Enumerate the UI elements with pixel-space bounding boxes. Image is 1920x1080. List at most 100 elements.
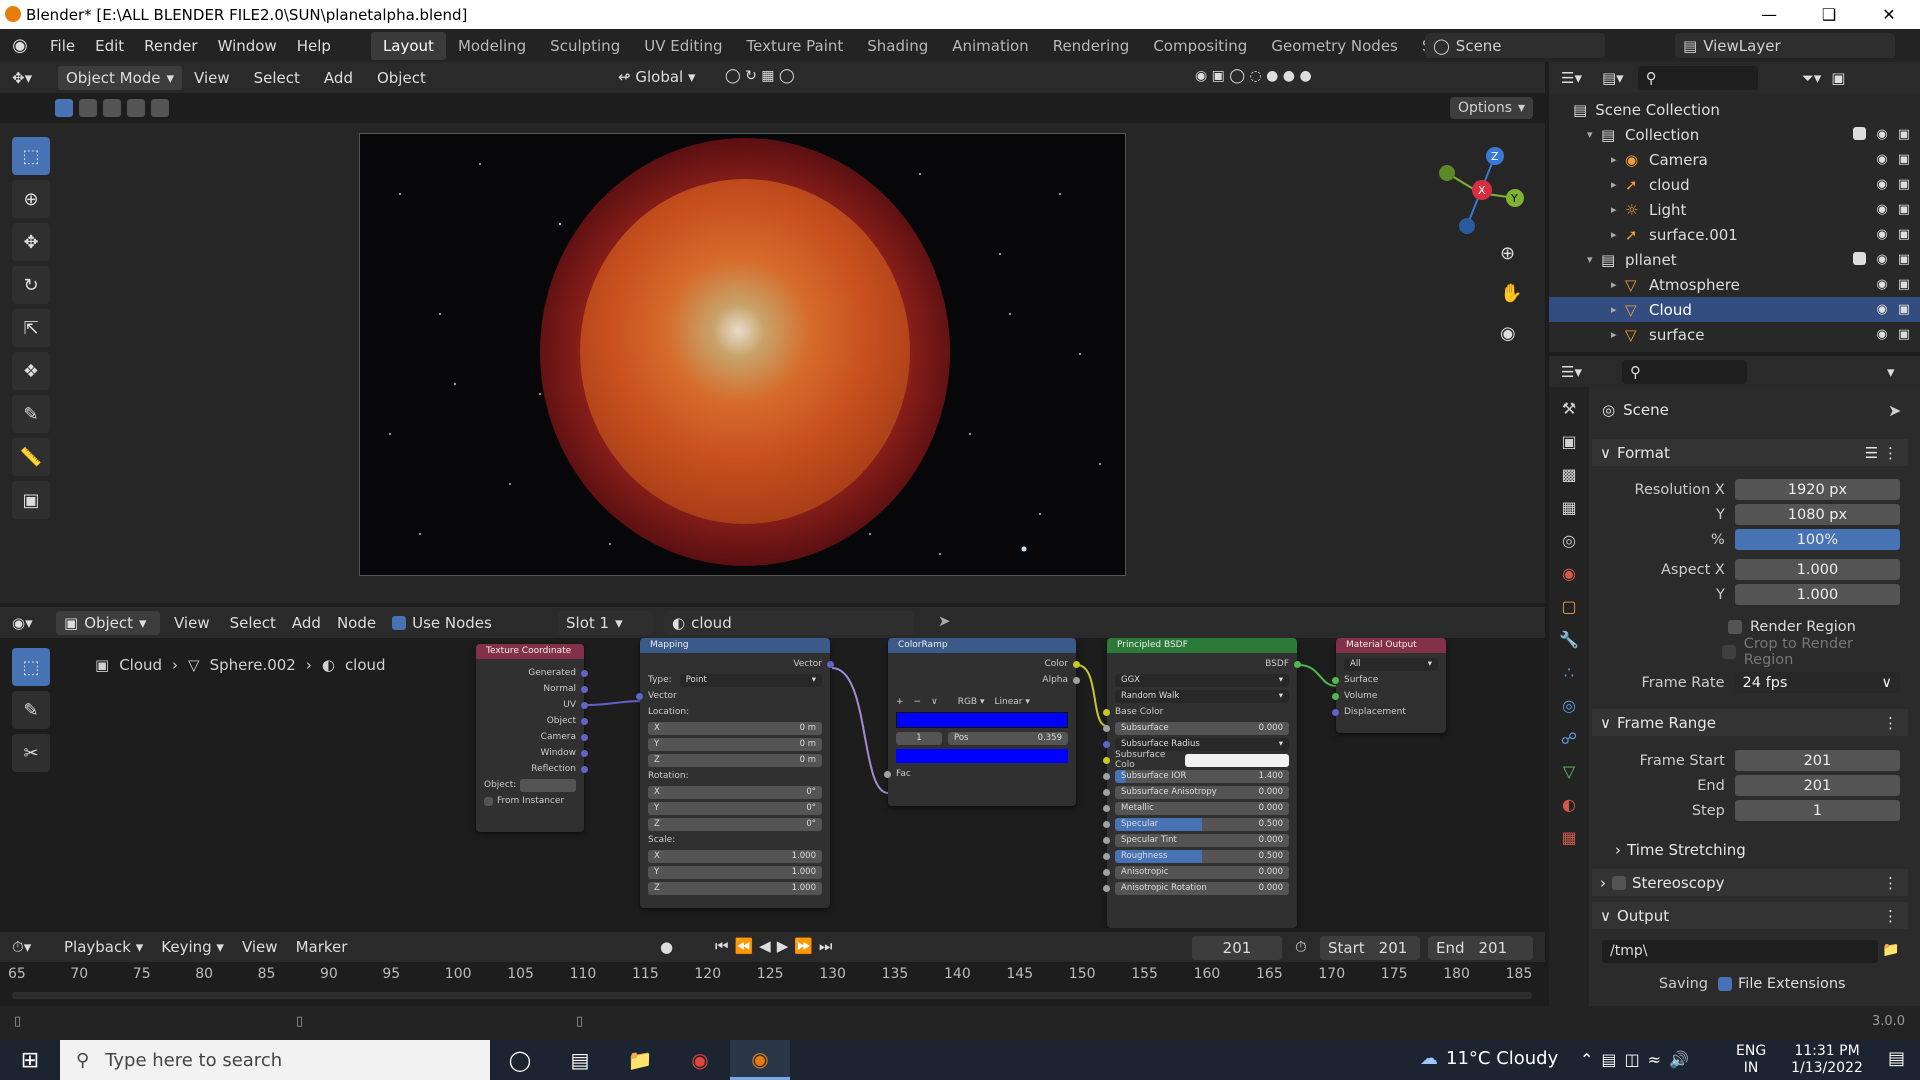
tab-texture-paint[interactable]: Texture Paint <box>734 32 855 60</box>
outliner-item-surface[interactable]: ▸ ▽ surface ◉ ▣ <box>1549 322 1920 347</box>
crop-region-checkbox[interactable] <box>1722 644 1736 659</box>
frame-step-field[interactable]: 1 <box>1734 800 1900 821</box>
outliner-display-mode-icon[interactable]: ▤▾ <box>1602 69 1624 87</box>
aspect-x-field[interactable]: 1.000 <box>1734 559 1900 580</box>
node-menu-node[interactable]: Node <box>331 614 382 632</box>
render-visibility-icon[interactable]: ▣ <box>1898 327 1910 342</box>
bsdf-subsurface-anisotropy[interactable]: Subsurface Anisotropy 0.000 <box>1115 785 1289 799</box>
menu-render[interactable]: Render <box>134 37 207 55</box>
outliner-item-light[interactable]: ▸ ☼ Light ◉ ▣ <box>1549 197 1920 222</box>
pin-icon[interactable]: ➤ <box>938 612 951 630</box>
snap-icons[interactable]: ◯ ↻ ▦ ◯ <box>725 68 795 84</box>
object-tab-icon[interactable]: ▢ <box>1561 597 1576 616</box>
transform-orientation-dropdown[interactable]: ↫ Global ▾ <box>618 68 696 86</box>
resolution-percentage-field[interactable]: 100% <box>1734 529 1900 550</box>
bsdf-distribution-dropdown[interactable]: GGX ▾ <box>1115 673 1289 687</box>
render-tab-icon[interactable]: ▣ <box>1561 432 1576 451</box>
from-instancer-checkbox[interactable] <box>484 796 493 806</box>
material-tab-icon[interactable]: ◐ <box>1562 795 1576 814</box>
language-indicator[interactable]: ENG IN <box>1736 1043 1766 1077</box>
bsdf-metallic[interactable]: Metallic 0.000 <box>1115 801 1289 815</box>
mapping-scale-y[interactable]: Y 1.000 <box>648 865 822 879</box>
material-selector[interactable]: ◐ cloud <box>664 611 914 635</box>
constraints-tab-icon[interactable]: ☍ <box>1561 729 1577 748</box>
bsdf-subsurface-color-swatch[interactable] <box>1185 753 1289 767</box>
output-section-header[interactable]: ∨ Output ⋮ <box>1592 902 1908 929</box>
pin-properties-icon[interactable]: ➤ <box>1888 401 1901 420</box>
expand-arrow-icon[interactable]: ▸ <box>1611 328 1625 341</box>
scale-tool-icon[interactable]: ⇱ <box>12 309 50 347</box>
record-icon[interactable]: ● <box>660 938 673 956</box>
frame-rate-dropdown[interactable]: 24 fps ∨ <box>1734 672 1900 693</box>
timeline-area[interactable]: 65 70 75 80 85 90 95 100 105 110 115 120 125 130 135 14… <box>0 962 1545 1004</box>
render-visibility-icon[interactable]: ▣ <box>1898 302 1910 317</box>
mapping-scale-x[interactable]: X 1.000 <box>648 849 822 863</box>
menu-edit[interactable]: Edit <box>85 37 134 55</box>
outliner-item-cloud[interactable]: ▸ ➚ cloud ◉ ▣ <box>1549 172 1920 197</box>
editor-type-icon[interactable]: ✥▾ <box>12 69 52 87</box>
expand-arrow-icon[interactable]: ▸ <box>1611 153 1625 166</box>
viewport-3d[interactable]: ⬚ ⊕ ✥ ↻ ⇱ ❖ ✎ 📏 ▣ Z Y X ⊕ ✋ ◉ <box>0 123 1545 603</box>
mapping-loc-z[interactable]: Z0 m <box>648 753 822 767</box>
select-extend-mode-icon[interactable] <box>79 99 97 117</box>
resolution-y-field[interactable]: 1080 px <box>1734 504 1900 525</box>
node-material-output[interactable]: Material Output All ▾ Surface Volume Disp… <box>1332 638 1446 733</box>
tool-tab-icon[interactable]: ⚒ <box>1562 399 1576 418</box>
output-target-dropdown[interactable]: All ▾ <box>1344 657 1438 671</box>
visibility-eye-icon[interactable]: ◉ <box>1876 177 1887 192</box>
texture-tab-icon[interactable]: ▦ <box>1561 828 1576 847</box>
expand-arrow-icon[interactable]: ▾ <box>1587 128 1601 141</box>
timeline-editor-type-icon[interactable]: ⏱▾ <box>12 938 52 956</box>
render-visibility-icon[interactable]: ▣ <box>1898 202 1910 217</box>
resolution-x-field[interactable]: 1920 px <box>1734 479 1900 500</box>
vp-menu-view[interactable]: View <box>182 69 242 87</box>
outliner-type-icon[interactable]: ☰▾ <box>1561 69 1582 87</box>
mapping-scale-z[interactable]: Z 1.000 <box>648 881 822 895</box>
render-visibility-icon[interactable]: ▣ <box>1898 152 1910 167</box>
exclude-checkbox[interactable] <box>1853 252 1867 265</box>
mapping-type-dropdown[interactable]: Point ▾ <box>679 673 822 687</box>
blender-menu-icon[interactable]: ◉ <box>0 35 40 56</box>
file-extensions-checkbox[interactable] <box>1718 976 1732 991</box>
cortana-icon[interactable]: ◯ <box>490 1048 550 1072</box>
visibility-eye-icon[interactable]: ◉ <box>1876 252 1887 267</box>
select-invert-mode-icon[interactable] <box>127 99 145 117</box>
weather-widget[interactable]: ☁ 11°C Cloudy <box>1420 1048 1558 1069</box>
windows-start-icon[interactable]: ⊞ <box>0 1048 60 1073</box>
zoom-icon[interactable]: ⊕ <box>1500 243 1515 264</box>
data-tab-icon[interactable]: ▽ <box>1563 762 1575 781</box>
ramp-remove-icon[interactable]: − <box>914 697 922 707</box>
mapping-loc-y[interactable]: Y0 m <box>648 737 822 751</box>
vp-menu-object[interactable]: Object <box>365 69 438 87</box>
minimize-button[interactable]: — <box>1746 0 1792 29</box>
properties-search-input[interactable]: ⚲ <box>1621 359 1747 384</box>
stopwatch-icon[interactable]: ⏱ <box>1295 938 1307 956</box>
maximize-button[interactable]: ❑ <box>1806 0 1852 29</box>
file-explorer-icon[interactable]: 📁 <box>610 1048 670 1072</box>
visibility-eye-icon[interactable]: ◉ <box>1876 327 1887 342</box>
node-colorramp[interactable]: ColorRamp Color Alpha + − ∨ RGB ▾ Linear ▾ 1… <box>884 638 1080 806</box>
ramp-mode-dropdown[interactable]: RGB ▾ <box>958 697 985 707</box>
transform-tool-icon[interactable]: ❖ <box>12 352 50 390</box>
physics-tab-icon[interactable]: ◎ <box>1562 696 1576 715</box>
cursor-tool-icon[interactable]: ⊕ <box>12 180 50 218</box>
color-ramp-bar[interactable] <box>896 712 1068 728</box>
use-nodes-checkbox[interactable] <box>392 615 407 630</box>
measure-tool-icon[interactable]: 📏 <box>12 438 50 476</box>
time-stretching-subpanel[interactable]: › Time Stretching <box>1615 836 1920 863</box>
bsdf-sss-method-dropdown[interactable]: Random Walk ▾ <box>1115 689 1289 703</box>
output-tab-icon[interactable]: ▩ <box>1561 465 1576 484</box>
viewlayer-tab-icon[interactable]: ▦ <box>1561 498 1576 517</box>
pan-hand-icon[interactable]: ✋ <box>1500 283 1522 304</box>
scene-tab-icon[interactable]: ◎ <box>1562 531 1576 550</box>
outliner-item-atmosphere[interactable]: ▸ ▽ Atmosphere ◉ ▣ <box>1549 272 1920 297</box>
filter-icon[interactable]: ⏷▾ <box>1802 69 1822 87</box>
menu-file[interactable]: File <box>40 37 85 55</box>
bsdf-specular[interactable]: Specular 0.500 <box>1115 817 1289 831</box>
timeline-menu-view[interactable]: View <box>230 938 290 956</box>
properties-options-icon[interactable]: ▾ <box>1887 363 1895 381</box>
bsdf-anisotropic[interactable]: Anisotropic 0.000 <box>1115 865 1289 879</box>
expand-arrow-icon[interactable]: ▸ <box>1611 303 1625 316</box>
frame-range-section-header[interactable]: ∨ Frame Range ⋮ <box>1592 709 1908 736</box>
node-menu-select[interactable]: Select <box>224 614 282 632</box>
